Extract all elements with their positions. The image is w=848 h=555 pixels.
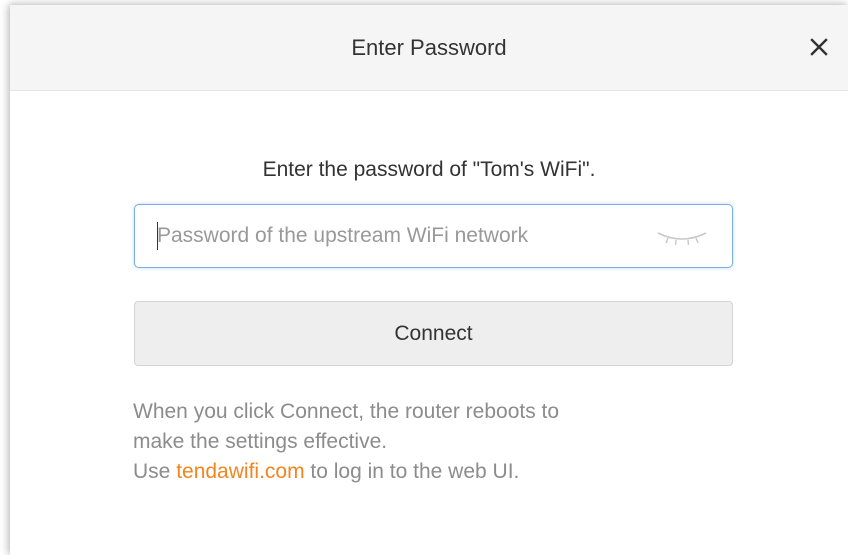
text-caret: [157, 222, 158, 250]
note-line-1: When you click Connect, the router reboo…: [133, 400, 560, 423]
password-field-container[interactable]: [134, 204, 733, 268]
note-suffix: to log in to the web UI.: [304, 460, 520, 483]
note-line-3: Use tendawifi.com to log in to the web U…: [133, 457, 773, 487]
password-input[interactable]: [157, 205, 657, 267]
enter-password-dialog: Enter Password Enter the password of "To…: [10, 5, 848, 555]
tendawifi-link[interactable]: tendawifi.com: [176, 460, 304, 483]
dialog-title: Enter Password: [351, 35, 507, 60]
note-prefix: Use: [133, 460, 177, 483]
password-prompt: Enter the password of "Tom's WiFi".: [262, 158, 596, 181]
eye-closed-icon[interactable]: [656, 229, 708, 245]
close-icon[interactable]: [808, 36, 830, 58]
reboot-note: When you click Connect, the router reboo…: [133, 397, 773, 487]
connect-button[interactable]: Connect: [134, 301, 733, 366]
dialog-header: Enter Password: [10, 5, 848, 91]
note-line-2: make the settings effective.: [133, 430, 388, 453]
